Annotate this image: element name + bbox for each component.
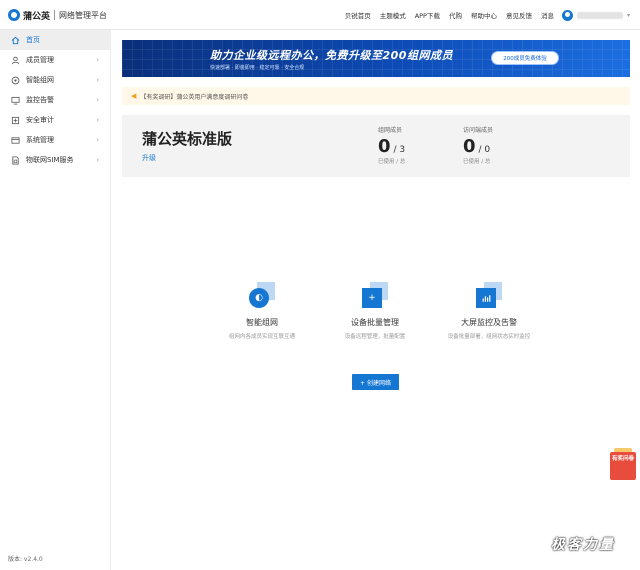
create-network-button[interactable]: + 创建网络: [352, 374, 399, 390]
notice-text[interactable]: 【有奖调研】蒲公英用户满意度调研问卷: [140, 92, 248, 101]
brand-divider: [54, 10, 56, 20]
sidebar-item-iot-sim[interactable]: 物联网SIM服务 ›: [0, 150, 110, 170]
feature-dashboard-alert: 大屏监控及告警 设备批量部署，组网状态实时监控: [434, 282, 544, 340]
sidebar-item-label: 安全审计: [26, 116, 54, 124]
network-icon: [11, 76, 20, 85]
add-device-icon: +: [362, 282, 388, 308]
nav-feedback[interactable]: 意见反馈: [506, 10, 532, 20]
sidebar-item-label: 首页: [26, 36, 40, 44]
sim-icon: [11, 155, 20, 165]
brand[interactable]: 蒲公英 网络管理平台: [8, 8, 107, 22]
stat-total: / 3: [393, 145, 406, 155]
user-avatar-icon[interactable]: [561, 9, 573, 21]
brand-name: 蒲公英: [23, 11, 51, 22]
feature-title: 设备批量管理: [351, 318, 399, 327]
version-label: 版本: v2.4.0: [8, 556, 43, 563]
chevron-right-icon: ›: [96, 136, 99, 144]
stat-access-members: 访问端成员 0 / 0 已使用 / 总: [463, 125, 533, 165]
banner-tags: 快速部署 · 即装即用 · 稳定可靠 · 安全合规: [210, 65, 305, 71]
nav-home[interactable]: 贝锐首页: [345, 10, 371, 20]
bar-chart-icon: [476, 282, 502, 308]
sidebar-item-label: 智能组网: [26, 76, 54, 84]
survey-badge[interactable]: 有奖问卷: [610, 448, 638, 481]
watermark: 极客力量: [551, 537, 615, 553]
user-icon: [11, 56, 20, 65]
chevron-right-icon: ›: [96, 116, 99, 124]
sidebar-item-home[interactable]: 首页: [0, 30, 110, 50]
plan-card: 蒲公英标准版 升级 组网成员 0 / 3 已使用 / 总 访问端成员 0 / 0…: [122, 115, 630, 177]
chevron-right-icon: ›: [96, 56, 99, 64]
chevron-down-icon[interactable]: ▾: [627, 12, 630, 19]
sidebar-item-smart-network[interactable]: 智能组网 ›: [0, 70, 110, 90]
icon-front: [476, 288, 496, 308]
sidebar: 首页 成员管理 › 智能组网 › 监控告警 › 安全审计 › 系统管理 › 物联…: [0, 30, 111, 570]
stat-value: 0 / 0: [463, 136, 533, 157]
nav-theme[interactable]: 主题模式: [380, 10, 406, 20]
feature-title: 智能组网: [246, 318, 278, 327]
sidebar-item-security-audit[interactable]: 安全审计 ›: [0, 110, 110, 130]
top-bar: 蒲公英 网络管理平台 贝锐首页 主题模式 APP下载 代购 帮助中心 意见反馈 …: [0, 0, 640, 30]
shield-icon: [11, 116, 20, 125]
upgrade-link[interactable]: 升级: [142, 153, 156, 163]
feature-device-batch: + 设备批量管理 设备远程管理，批量配置: [320, 282, 430, 340]
stat-sub: 已使用 / 总: [463, 159, 491, 165]
chevron-right-icon: ›: [96, 96, 99, 104]
nav-messages[interactable]: 消息: [541, 10, 554, 20]
stat-sub: 已使用 / 总: [378, 159, 406, 165]
survey-badge-text: 有奖问卷: [612, 456, 635, 462]
monitor-icon: [11, 96, 20, 105]
sidebar-item-members[interactable]: 成员管理 ›: [0, 50, 110, 70]
sidebar-item-monitor-alert[interactable]: 监控告警 ›: [0, 90, 110, 110]
promo-banner[interactable]: 助力企业级远程办公，免费升级至200组网成员 快速部署 · 即装即用 · 稳定可…: [122, 40, 630, 77]
icon-front: +: [362, 288, 382, 308]
nav-app-download[interactable]: APP下载: [415, 10, 440, 20]
network-globe-icon: ◐: [249, 282, 275, 308]
free-trial-button[interactable]: 200成员免费体验: [491, 51, 559, 65]
nav-proxy-buy[interactable]: 代购: [449, 10, 462, 20]
feature-smart-network: ◐ 智能组网 组网内各成员实现互联互通: [207, 282, 317, 340]
settings-icon: [11, 136, 20, 145]
top-nav: 贝锐首页 主题模式 APP下载 代购 帮助中心 意见反馈 消息 ▾: [336, 0, 630, 30]
stat-used: 0: [463, 136, 476, 157]
nav-help-center[interactable]: 帮助中心: [471, 10, 497, 20]
sidebar-item-label: 监控告警: [26, 96, 54, 104]
feature-desc: 组网内各成员实现互联互通: [228, 334, 295, 340]
brand-subtitle: 网络管理平台: [59, 10, 108, 20]
home-icon: [11, 36, 20, 45]
banner-title: 助力企业级远程办公，免费升级至200组网成员: [210, 49, 453, 62]
sidebar-item-label: 系统管理: [26, 136, 54, 144]
main-content: 助力企业级远程办公，免费升级至200组网成员 快速部署 · 即装即用 · 稳定可…: [111, 30, 640, 570]
icon-front: ◐: [249, 288, 269, 308]
stat-label: 组网成员: [378, 127, 403, 134]
megaphone-icon: ◀: [131, 92, 137, 100]
stat-used: 0: [378, 136, 391, 157]
feature-desc: 设备远程管理，批量配置: [344, 334, 406, 340]
stat-value: 0 / 3: [378, 136, 448, 157]
stat-label: 访问端成员: [463, 127, 494, 134]
chevron-right-icon: ›: [96, 156, 99, 164]
username-redacted[interactable]: [576, 11, 623, 19]
sidebar-item-system-settings[interactable]: 系统管理 ›: [0, 130, 110, 150]
feature-desc: 设备批量部署，组网状态实时监控: [447, 334, 531, 340]
sidebar-item-label: 成员管理: [26, 56, 54, 64]
feature-title: 大屏监控及告警: [461, 318, 517, 327]
stat-network-members: 组网成员 0 / 3 已使用 / 总: [378, 125, 448, 165]
brand-logo-icon: [8, 9, 20, 21]
chevron-right-icon: ›: [96, 76, 99, 84]
sidebar-item-label: 物联网SIM服务: [26, 156, 74, 164]
plan-name: 蒲公英标准版: [142, 130, 233, 148]
stat-total: / 0: [478, 145, 491, 155]
survey-notice[interactable]: ◀ 【有奖调研】蒲公英用户满意度调研问卷: [122, 87, 630, 105]
